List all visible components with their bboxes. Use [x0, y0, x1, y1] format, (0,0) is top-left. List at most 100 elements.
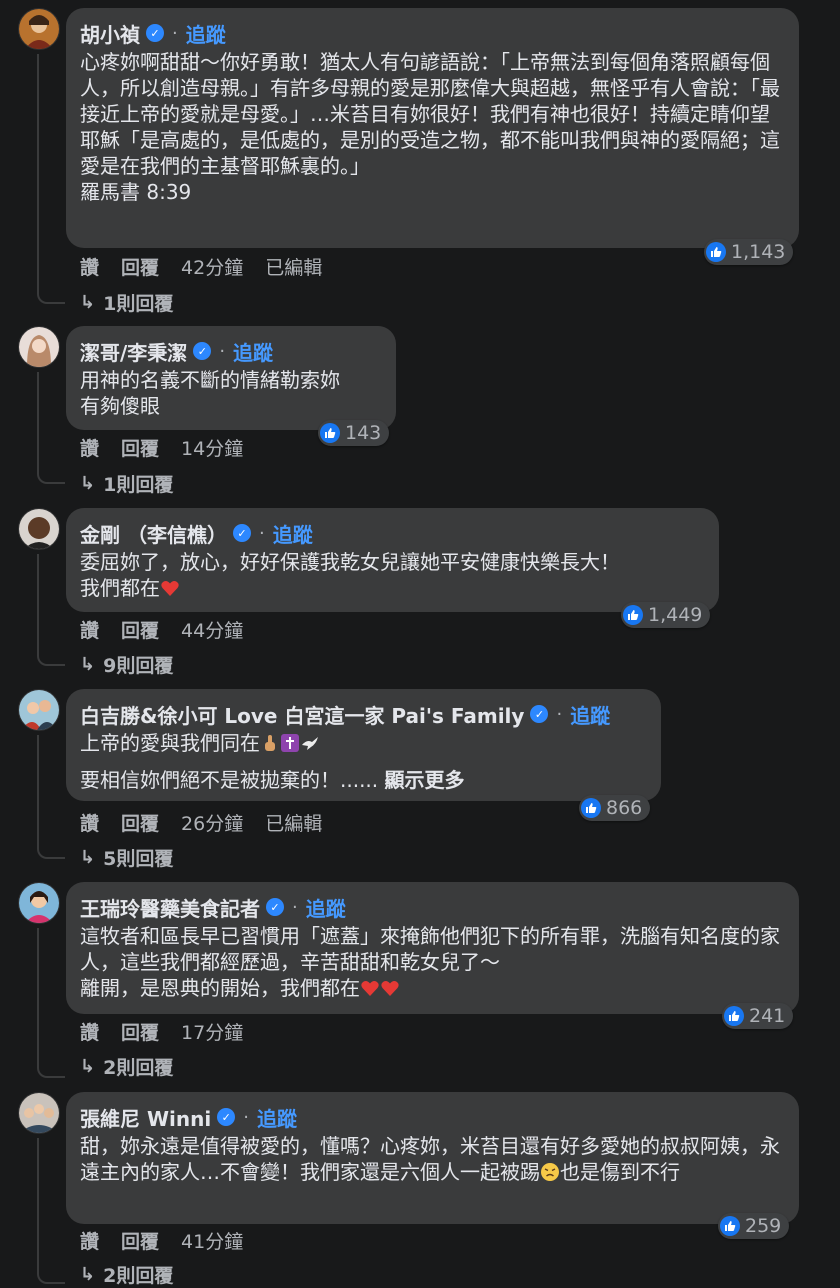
comment-actions: 讚 回覆 41分鐘 — [80, 1226, 265, 1254]
like-button[interactable]: 讚 — [80, 616, 99, 643]
avatar[interactable] — [18, 689, 60, 731]
reply-button[interactable]: 回覆 — [121, 809, 159, 836]
timestamp[interactable]: 44分鐘 — [181, 616, 243, 643]
comment-paragraph: 心疼妳啊甜甜～你好勇敢！猶太人有句諺語說：「上帝無法到每個角落照顧每個人，所以創… — [80, 50, 780, 178]
timestamp[interactable]: 42分鐘 — [181, 253, 243, 280]
reaction-count-pill[interactable]: 1,143 — [704, 239, 794, 265]
edited-label: 已編輯 — [265, 812, 323, 835]
persevering-face-emoji — [540, 1162, 560, 1188]
view-replies-link[interactable]: ↳ 5則回覆 — [80, 843, 173, 871]
avatar[interactable] — [18, 8, 60, 50]
comment-paragraph: 委屈妳了，放心，好好保護我乾女兒讓她平安健康快樂長大！ — [80, 550, 620, 574]
see-more-link[interactable]: 顯示更多 — [385, 768, 465, 792]
thumbs-up-icon — [320, 423, 340, 443]
follow-button[interactable]: 追蹤 — [257, 1103, 297, 1132]
separator-dot: · — [258, 522, 265, 544]
comment-paragraph-text: 要相信妳們絕不是被拋棄的！...... — [80, 768, 379, 792]
reply-button[interactable]: 回覆 — [121, 253, 159, 280]
comment-bubble: 胡小禎 ✓ · 追蹤 心疼妳啊甜甜～你好勇敢！猶太人有句諺語說：「上帝無法到每個… — [66, 8, 799, 248]
avatar[interactable] — [18, 508, 60, 550]
like-button[interactable]: 讚 — [80, 1018, 99, 1045]
thumbs-up-icon — [623, 605, 643, 625]
view-replies-link[interactable]: ↳ 2則回覆 — [80, 1260, 173, 1288]
reaction-count-pill[interactable]: 259 — [718, 1213, 790, 1239]
author-name[interactable]: 張維尼 Winni — [80, 1103, 211, 1132]
comment-text: 這牧者和區長早已習慣用「遮蓋」來掩飾他們犯下的所有罪，洗腦有知名度的家人，這些我… — [80, 923, 785, 1004]
comment-actions: 讚 回覆 17分鐘 — [80, 1017, 265, 1045]
follow-button[interactable]: 追蹤 — [570, 700, 610, 729]
avatar[interactable] — [18, 326, 60, 368]
like-button[interactable]: 讚 — [80, 1227, 99, 1254]
comment-bubble: 金剛 （李信樵） ✓ · 追蹤 委屈妳了，放心，好好保護我乾女兒讓她平安健康快樂… — [66, 508, 719, 612]
thumbs-up-icon — [706, 242, 726, 262]
reaction-count-pill[interactable]: 866 — [579, 795, 651, 821]
verified-badge-icon: ✓ — [530, 705, 549, 723]
reaction-count: 1,449 — [648, 604, 703, 626]
view-replies-link[interactable]: ↳ 1則回覆 — [80, 469, 173, 497]
reply-arrow-icon: ↳ — [80, 1055, 96, 1077]
thread-line — [37, 1138, 65, 1284]
timestamp[interactable]: 26分鐘 — [181, 809, 243, 836]
avatar[interactable] — [18, 1092, 60, 1134]
comment-paragraph: 用神的名義不斷的情緒勒索妳 — [80, 368, 340, 392]
like-button[interactable]: 讚 — [80, 253, 99, 280]
comment-actions: 讚 回覆 26分鐘 已編輯 — [80, 808, 344, 836]
reaction-count-pill[interactable]: 241 — [722, 1003, 794, 1029]
separator-dot: · — [172, 22, 178, 44]
red-heart-emoji — [380, 978, 400, 1004]
follow-button[interactable]: 追蹤 — [306, 893, 346, 922]
comment-text: 用神的名義不斷的情緒勒索妳 有夠傻眼 — [80, 367, 382, 419]
follow-button[interactable]: 追蹤 — [273, 519, 313, 548]
reaction-count: 143 — [345, 422, 382, 444]
view-replies-link[interactable]: ↳ 9則回覆 — [80, 650, 173, 678]
comment-feed: 胡小禎 ✓ · 追蹤 心疼妳啊甜甜～你好勇敢！猶太人有句諺語說：「上帝無法到每個… — [0, 0, 840, 1288]
timestamp[interactable]: 17分鐘 — [181, 1018, 243, 1045]
separator-dot: · — [556, 703, 563, 725]
thread-line — [37, 372, 65, 484]
view-replies-link[interactable]: ↳ 1則回覆 — [80, 288, 173, 316]
comment-bubble: 潔哥/李秉潔 ✓ · 追蹤 用神的名義不斷的情緒勒索妳 有夠傻眼 — [66, 326, 396, 430]
separator-dot: · — [292, 896, 298, 918]
avatar[interactable] — [18, 882, 60, 924]
timestamp[interactable]: 41分鐘 — [181, 1227, 243, 1254]
comment-bubble: 張維尼 Winni ✓ · 追蹤 甜，妳永遠是值得被愛的，懂嗎？心疼妳，米苔目還… — [66, 1092, 799, 1224]
comment-paragraph-text: 離開，是恩典的開始，我們都在 — [80, 976, 360, 1000]
follow-button[interactable]: 追蹤 — [233, 337, 273, 366]
like-button[interactable]: 讚 — [80, 434, 99, 461]
reaction-count-pill[interactable]: 1,449 — [621, 602, 711, 628]
reaction-count-pill[interactable]: 143 — [318, 420, 390, 446]
reply-button[interactable]: 回覆 — [121, 434, 159, 461]
author-name[interactable]: 金剛 （李信樵） — [80, 519, 227, 548]
separator-dot: · — [219, 340, 226, 362]
like-button[interactable]: 讚 — [80, 809, 99, 836]
verified-badge-icon: ✓ — [266, 898, 284, 916]
comment-actions: 讚 回覆 44分鐘 — [80, 615, 265, 643]
reply-button[interactable]: 回覆 — [121, 616, 159, 643]
comment-paragraph: 我們都在 — [80, 575, 705, 604]
reaction-count: 241 — [749, 1005, 786, 1027]
replies-count: 5則回覆 — [103, 847, 174, 870]
comment-text: 甜，妳永遠是值得被愛的，懂嗎？心疼妳，米苔目還有好多愛她的叔叔阿姨，永遠主內的家… — [80, 1133, 785, 1188]
timestamp[interactable]: 14分鐘 — [181, 434, 243, 461]
comment-paragraph: 這牧者和區長早已習慣用「遮蓋」來掩飾他們犯下的所有罪，洗腦有知名度的家人，這些我… — [80, 924, 780, 974]
comment-text: 心疼妳啊甜甜～你好勇敢！猶太人有句諺語說：「上帝無法到每個角落照顧每個人，所以創… — [80, 49, 785, 205]
reply-button[interactable]: 回覆 — [121, 1018, 159, 1045]
view-replies-link[interactable]: ↳ 2則回覆 — [80, 1052, 173, 1080]
author-name[interactable]: 胡小禎 — [80, 19, 140, 48]
thumbs-up-icon — [720, 1216, 740, 1236]
replies-count: 9則回覆 — [103, 654, 174, 677]
thumbs-up-icon — [724, 1006, 744, 1026]
reaction-count: 866 — [606, 797, 643, 819]
comment-actions: 讚 回覆 42分鐘 已編輯 — [80, 252, 344, 280]
follow-button[interactable]: 追蹤 — [186, 19, 226, 48]
comment-paragraph: 上帝的愛與我們同在 — [80, 730, 647, 759]
thread-line — [37, 928, 65, 1078]
author-name[interactable]: 白吉勝&徐小可 Love 白宮這一家 Pai's Family — [80, 700, 524, 729]
comment-text: 上帝的愛與我們同在 要相信妳們絕不是被拋棄的！...... 顯示更多 — [80, 730, 647, 793]
author-name[interactable]: 潔哥/李秉潔 — [80, 337, 187, 366]
author-name[interactable]: 王瑞玲醫藥美食記者 — [80, 893, 260, 922]
reply-button[interactable]: 回覆 — [121, 1227, 159, 1254]
comment-paragraph: 甜，妳永遠是值得被愛的，懂嗎？心疼妳，米苔目還有好多愛她的叔叔阿姨，永遠主內的家… — [80, 1133, 785, 1188]
edited-label: 已編輯 — [265, 256, 323, 279]
thread-line — [37, 735, 65, 859]
